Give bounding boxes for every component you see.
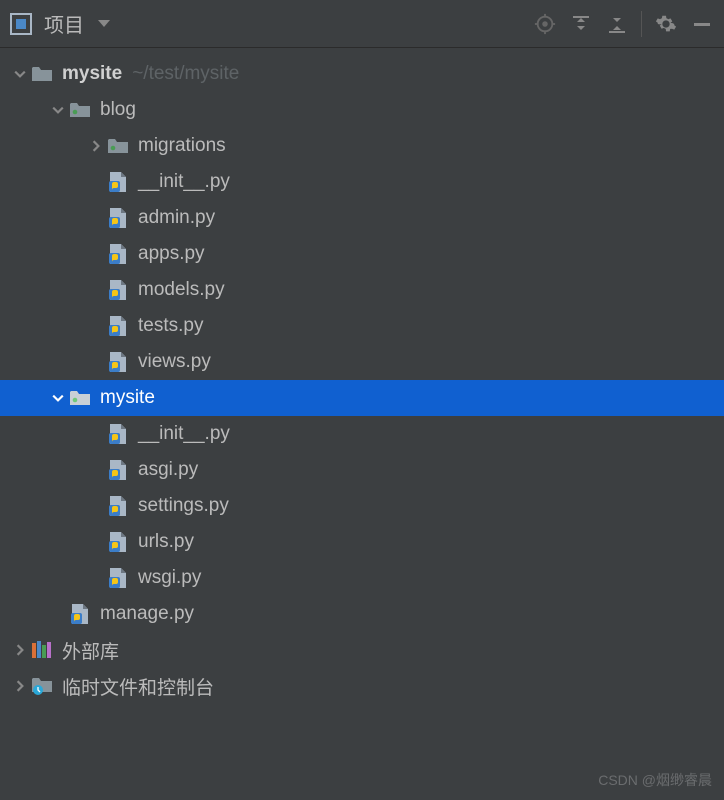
minimize-icon[interactable] bbox=[690, 12, 714, 36]
toolbar-left: 项目 bbox=[10, 9, 110, 38]
tree-label: 外部库 bbox=[62, 637, 119, 664]
project-tree[interactable]: mysite ~/test/mysite blog migrations __i… bbox=[0, 48, 724, 704]
tree-file-blog-tests[interactable]: tests.py bbox=[0, 308, 724, 344]
tree-file-blog-apps[interactable]: apps.py bbox=[0, 236, 724, 272]
tree-root-mysite[interactable]: mysite ~/test/mysite bbox=[0, 56, 724, 92]
tree-label: settings.py bbox=[138, 495, 229, 517]
tree-file-mysite-asgi[interactable]: asgi.py bbox=[0, 452, 724, 488]
target-icon[interactable] bbox=[533, 12, 557, 36]
python-file-icon bbox=[106, 314, 130, 338]
chevron-right-icon[interactable] bbox=[10, 680, 30, 692]
tree-label: mysite bbox=[100, 387, 155, 409]
dropdown-triangle-icon[interactable] bbox=[98, 20, 110, 27]
tree-label: __init__.py bbox=[138, 423, 230, 445]
collapse-all-icon[interactable] bbox=[605, 12, 629, 36]
tree-label: wsgi.py bbox=[138, 567, 201, 589]
tree-label: urls.py bbox=[138, 531, 194, 553]
python-file-icon bbox=[106, 278, 130, 302]
python-file-icon bbox=[106, 242, 130, 266]
tree-file-blog-models[interactable]: models.py bbox=[0, 272, 724, 308]
tree-file-mysite-settings[interactable]: settings.py bbox=[0, 488, 724, 524]
scratch-icon bbox=[30, 674, 54, 698]
tree-file-blog-views[interactable]: views.py bbox=[0, 344, 724, 380]
expand-all-icon[interactable] bbox=[569, 12, 593, 36]
python-file-icon bbox=[106, 458, 130, 482]
watermark: CSDN @烟缈睿晨 bbox=[598, 770, 712, 790]
python-file-icon bbox=[106, 350, 130, 374]
toolbar-separator bbox=[641, 11, 642, 37]
tree-scratches[interactable]: 临时文件和控制台 bbox=[0, 668, 724, 704]
tree-folder-mysite-pkg[interactable]: mysite bbox=[0, 380, 724, 416]
tree-label: apps.py bbox=[138, 243, 205, 265]
gear-icon[interactable] bbox=[654, 12, 678, 36]
tree-label: 临时文件和控制台 bbox=[62, 673, 214, 700]
tree-label: models.py bbox=[138, 279, 225, 301]
chevron-down-icon[interactable] bbox=[10, 68, 30, 80]
tree-file-mysite-init[interactable]: __init__.py bbox=[0, 416, 724, 452]
tree-label: asgi.py bbox=[138, 459, 198, 481]
python-file-icon bbox=[106, 170, 130, 194]
tree-label: blog bbox=[100, 99, 136, 121]
project-dropdown[interactable]: 项目 bbox=[44, 9, 84, 38]
toolbar-right bbox=[533, 11, 714, 37]
tree-file-mysite-wsgi[interactable]: wsgi.py bbox=[0, 560, 724, 596]
tree-file-manage[interactable]: manage.py bbox=[0, 596, 724, 632]
python-file-icon bbox=[106, 566, 130, 590]
chevron-down-icon[interactable] bbox=[48, 392, 68, 404]
tree-label: admin.py bbox=[138, 207, 215, 229]
folder-icon bbox=[30, 62, 54, 86]
python-file-icon bbox=[106, 206, 130, 230]
tree-label: tests.py bbox=[138, 315, 203, 337]
tree-file-blog-admin[interactable]: admin.py bbox=[0, 200, 724, 236]
python-file-icon bbox=[106, 422, 130, 446]
tree-external-libs[interactable]: 外部库 bbox=[0, 632, 724, 668]
tree-label: __init__.py bbox=[138, 171, 230, 193]
tree-path: ~/test/mysite bbox=[132, 63, 239, 85]
tree-label: manage.py bbox=[100, 603, 194, 625]
python-file-icon bbox=[106, 494, 130, 518]
tree-file-blog-init[interactable]: __init__.py bbox=[0, 164, 724, 200]
project-icon bbox=[10, 13, 32, 35]
project-toolbar: 项目 bbox=[0, 0, 724, 48]
package-folder-icon bbox=[106, 134, 130, 158]
chevron-right-icon[interactable] bbox=[10, 644, 30, 656]
tree-label: views.py bbox=[138, 351, 211, 373]
tree-label: migrations bbox=[138, 135, 226, 157]
tree-folder-migrations[interactable]: migrations bbox=[0, 128, 724, 164]
python-file-icon bbox=[106, 530, 130, 554]
chevron-down-icon[interactable] bbox=[48, 104, 68, 116]
library-icon bbox=[30, 638, 54, 662]
tree-label: mysite bbox=[62, 63, 122, 85]
tree-file-mysite-urls[interactable]: urls.py bbox=[0, 524, 724, 560]
tree-folder-blog[interactable]: blog bbox=[0, 92, 724, 128]
package-folder-icon bbox=[68, 98, 92, 122]
chevron-right-icon[interactable] bbox=[86, 140, 106, 152]
python-file-icon bbox=[68, 602, 92, 626]
package-folder-icon bbox=[68, 386, 92, 410]
